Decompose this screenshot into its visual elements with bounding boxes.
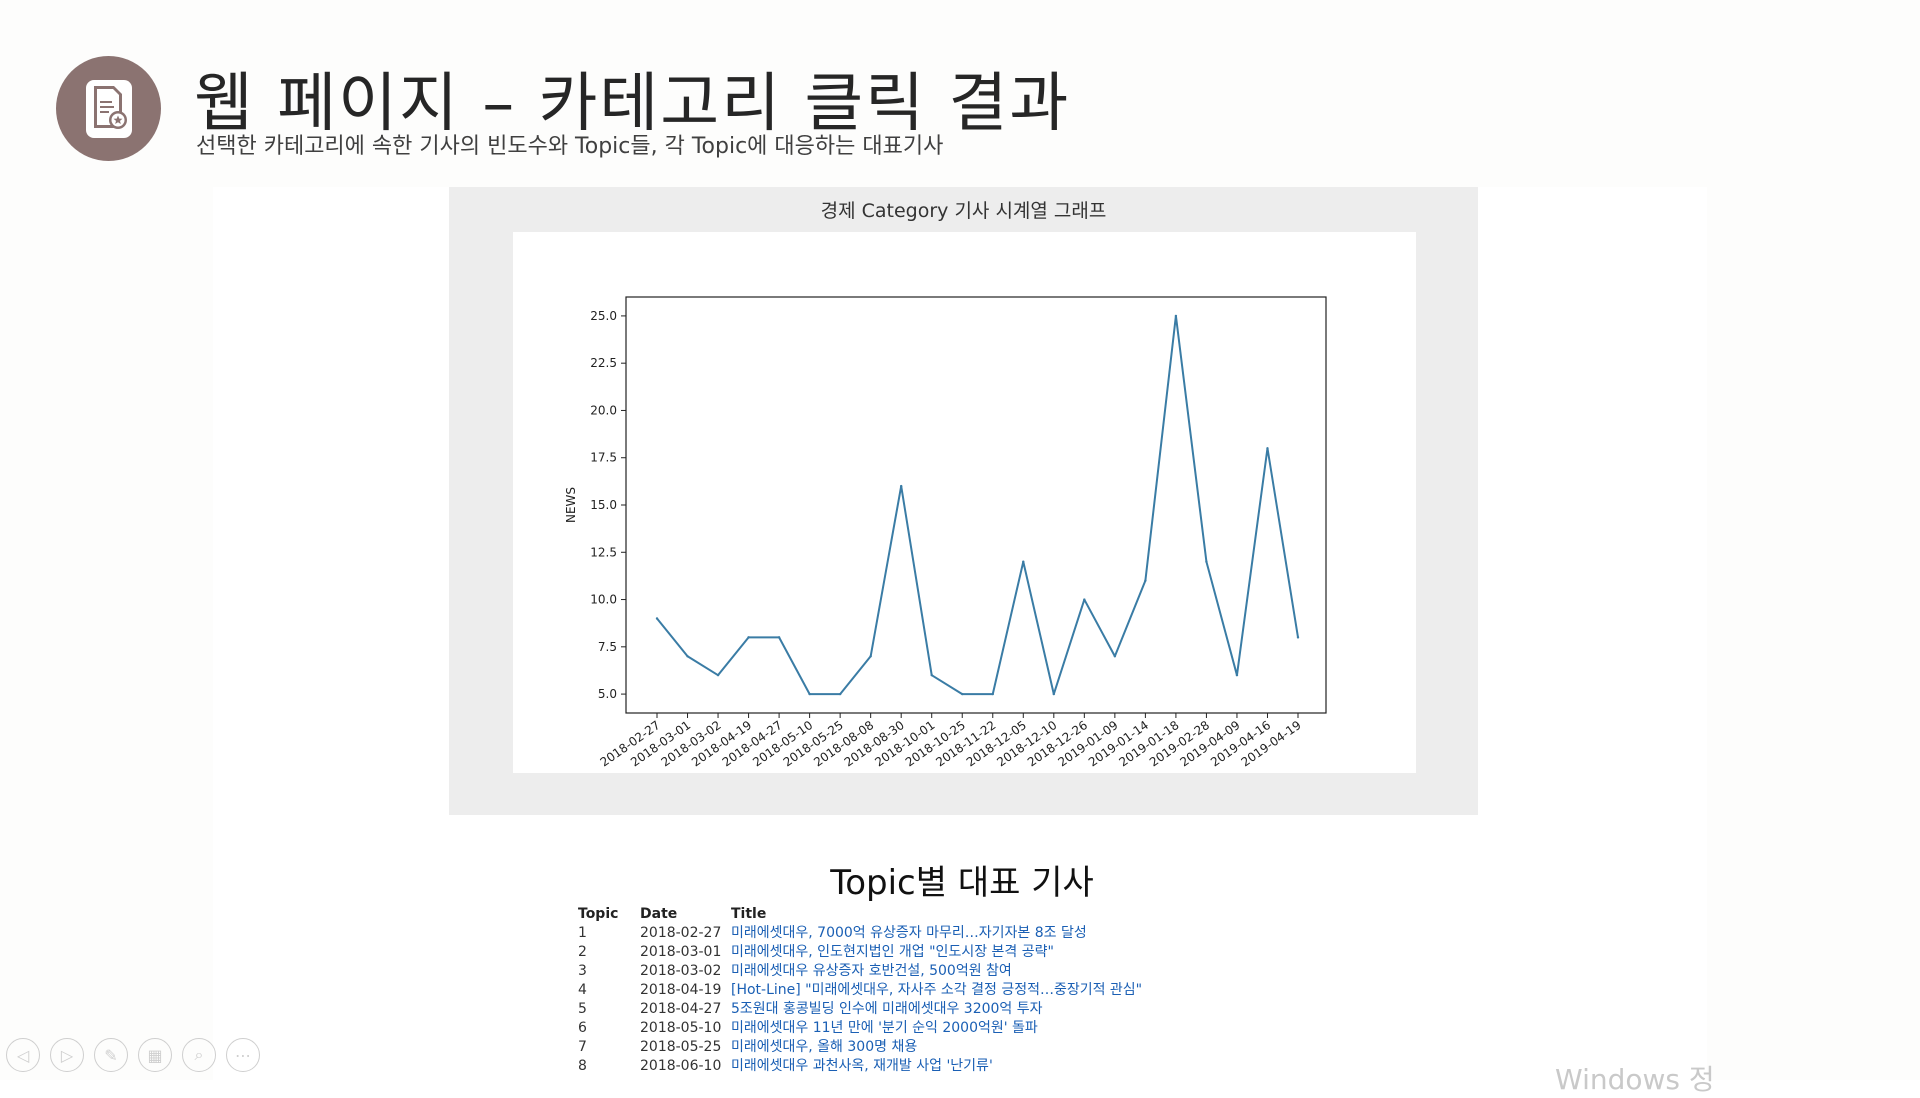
- article-title-link[interactable]: [Hot-Line] "미래에셋대우, 자사주 소각 결정 긍정적…중장기적 관…: [731, 981, 1142, 1000]
- y-tick-label: 17.5: [590, 451, 617, 465]
- more-options-icon[interactable]: ⋯: [226, 1038, 260, 1072]
- data-point: [1174, 314, 1178, 318]
- article-date: 2018-04-27: [640, 1001, 722, 1017]
- data-point: [991, 692, 994, 696]
- data-point: [655, 617, 659, 620]
- data-point: [1052, 692, 1056, 696]
- document-star-icon: [56, 56, 161, 161]
- topic-section-heading: Topic별 대표 기사: [830, 863, 1094, 903]
- slide-subtitle: 선택한 카테고리에 속한 기사의 빈도수와 Topic들, 각 Topic에 대…: [196, 134, 944, 159]
- table-row: 4 2018-04-19 [Hot-Line] "미래에셋대우, 자사주 소각 …: [578, 981, 1142, 1000]
- activation-watermark: Windows 정: [1555, 1063, 1715, 1096]
- topic-number: 7: [578, 1039, 587, 1055]
- series-line: [656, 314, 1299, 696]
- chart-canvas: 5.0 7.5 10.0 12.5 15.0 17.5 20.0 22.5 25.0 2018-0…: [513, 232, 1416, 773]
- chart-title: 경제 Category 기사 시계열 그래프: [820, 200, 1107, 222]
- y-tick-label: 10.0: [590, 593, 617, 607]
- y-tick-label: 25.0: [590, 309, 617, 323]
- column-header-date: Date: [640, 906, 678, 922]
- data-point: [1113, 655, 1117, 658]
- y-axis-label: NEWS: [564, 487, 578, 523]
- article-title-link[interactable]: 미래에셋대우, 7000억 유상증자 마무리…자기자본 8조 달성: [731, 924, 1142, 943]
- data-point: [808, 692, 811, 696]
- slide-grid-icon[interactable]: ▦: [138, 1038, 172, 1072]
- data-point: [1266, 447, 1269, 450]
- data-point: [1296, 636, 1300, 639]
- data-point: [930, 673, 933, 677]
- data-point: [961, 692, 964, 696]
- article-date: 2018-05-10: [640, 1020, 722, 1036]
- table-row: 1 2018-02-27 미래에셋대우, 7000억 유상증자 마무리…자기자본…: [578, 924, 1142, 943]
- data-point: [838, 692, 842, 696]
- table-row: 8 2018-06-10 미래에셋대우 과천사옥, 재개발 사업 '난기류': [578, 1057, 1142, 1076]
- data-point: [777, 636, 781, 639]
- articles-table: Topic Date Title 1 2018-02-27 미래에셋대우, 70…: [578, 905, 1142, 1076]
- data-point: [1144, 579, 1147, 582]
- topic-number: 4: [578, 982, 587, 998]
- article-date: 2018-04-19: [640, 982, 722, 998]
- article-date: 2018-03-02: [640, 963, 722, 979]
- topic-number: 3: [578, 963, 587, 979]
- article-title-link[interactable]: 미래에셋대우 11년 만에 '분기 순익 2000억원' 돌파: [731, 1019, 1142, 1038]
- data-point: [869, 655, 872, 658]
- column-header-topic: Topic: [578, 906, 619, 922]
- slideshow-toolbar: ◁ ▷ ✎ ▦ ⌕ ⋯: [6, 1038, 260, 1072]
- article-date: 2018-06-10: [640, 1058, 722, 1074]
- article-date: 2018-02-27: [640, 925, 722, 941]
- data-point: [686, 655, 689, 658]
- plot-frame: [625, 296, 1327, 714]
- data-point: [747, 636, 750, 639]
- article-title-link[interactable]: 미래에셋대우, 인도현지법인 개업 "인도시장 본격 공략": [731, 943, 1142, 962]
- data-point: [1083, 598, 1086, 601]
- zoom-icon[interactable]: ⌕: [182, 1038, 216, 1072]
- table-row: 6 2018-05-10 미래에셋대우 11년 만에 '분기 순익 2000억원…: [578, 1019, 1142, 1038]
- previous-slide-icon[interactable]: ◁: [6, 1038, 40, 1072]
- data-point: [716, 673, 720, 677]
- data-point: [1022, 560, 1025, 563]
- y-tick-label: 12.5: [590, 545, 617, 559]
- table-row: 5 2018-04-27 5조원대 홍콩빌딩 인수에 미래에셋대우 3200억 …: [578, 1000, 1142, 1019]
- topic-number: 5: [578, 1001, 587, 1017]
- next-slide-icon[interactable]: ▷: [50, 1038, 84, 1072]
- articles-table-container: Topic Date Title 1 2018-02-27 미래에셋대우, 70…: [578, 905, 1142, 1076]
- y-tick-label: 15.0: [590, 498, 617, 512]
- data-point: [1205, 560, 1208, 563]
- article-date: 2018-05-25: [640, 1039, 722, 1055]
- article-title-link[interactable]: 미래에셋대우 유상증자 호반건설, 500억원 참여: [731, 962, 1142, 981]
- y-tick-label: 5.0: [598, 687, 617, 701]
- topic-number: 6: [578, 1020, 587, 1036]
- y-tick-label: 22.5: [590, 356, 617, 370]
- article-title-link[interactable]: 미래에셋대우, 올해 300명 채용: [731, 1038, 1142, 1057]
- article-title-link[interactable]: 5조원대 홍콩빌딩 인수에 미래에셋대우 3200억 투자: [731, 1000, 1142, 1019]
- data-point: [1235, 673, 1239, 677]
- y-tick-label: 20.0: [590, 403, 617, 417]
- data-point: [899, 484, 903, 488]
- topic-number: 8: [578, 1058, 587, 1074]
- line-chart: 5.07.510.012.515.017.520.022.525.02018-0…: [564, 296, 1327, 769]
- column-header-title: Title: [731, 906, 767, 922]
- table-row: 7 2018-05-25 미래에셋대우, 올해 300명 채용: [578, 1038, 1142, 1057]
- article-title-link[interactable]: 미래에셋대우 과천사옥, 재개발 사업 '난기류': [731, 1057, 1142, 1076]
- table-header-row: Topic Date Title: [578, 905, 1142, 924]
- table-row: 2 2018-03-01 미래에셋대우, 인도현지법인 개업 "인도시장 본격 …: [578, 943, 1142, 962]
- article-date: 2018-03-01: [640, 944, 722, 960]
- topic-number: 2: [578, 944, 587, 960]
- pen-icon[interactable]: ✎: [94, 1038, 128, 1072]
- y-tick-label: 7.5: [598, 640, 617, 654]
- topic-number: 1: [578, 925, 587, 941]
- table-row: 3 2018-03-02 미래에셋대우 유상증자 호반건설, 500억원 참여: [578, 962, 1142, 981]
